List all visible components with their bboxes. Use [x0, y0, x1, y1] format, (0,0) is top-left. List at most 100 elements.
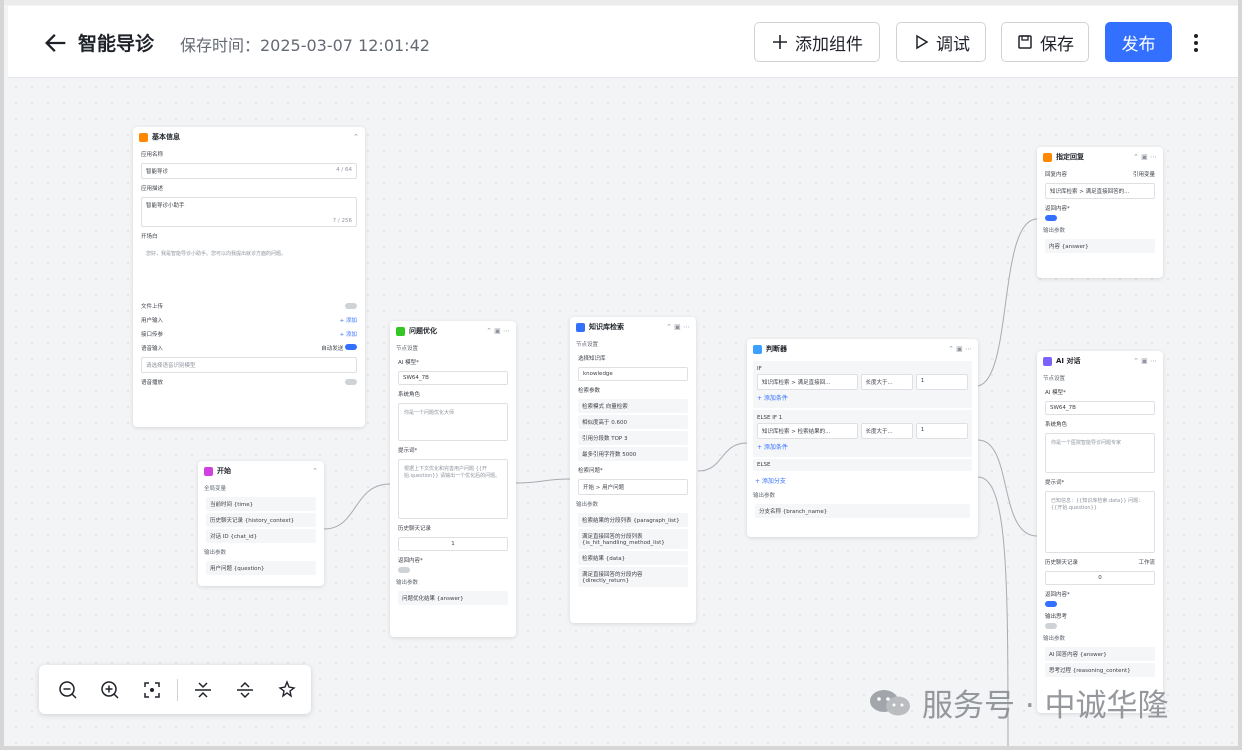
app-name-count: 4 / 64 — [336, 167, 352, 173]
param-value: 0.600 — [611, 420, 628, 426]
auto-layout-icon[interactable] — [266, 669, 308, 711]
node-title: 判断器 — [766, 345, 787, 353]
think-label: 输出思考 — [1045, 614, 1068, 620]
file-upload-toggle[interactable] — [345, 303, 357, 309]
zoom-out-icon[interactable] — [47, 669, 89, 711]
condition-icon — [753, 344, 762, 354]
publish-label: 发布 — [1121, 34, 1156, 55]
node-condition[interactable]: 判断器 ⌃ ▣ ⋯ IF 知识库检索 > 满足直接回... 长度大于... 1 … — [747, 339, 978, 537]
node-tools-icon[interactable]: ⌃ ▣ ⋯ — [486, 327, 510, 335]
output-item: 满足直接回答的分段内容 {directly_return} — [578, 567, 688, 587]
add-condition-link[interactable]: + 添加条件 — [757, 439, 968, 454]
question-select[interactable]: 开始 > 用户问题 — [578, 479, 688, 495]
node-tools-icon[interactable]: ⌃ ▣ ⋯ — [1133, 357, 1157, 365]
content-select[interactable]: 知识库检索 > 满足直接回答的... — [1045, 183, 1155, 199]
node-tools-icon[interactable]: ⌃ ▣ ⋯ — [1133, 153, 1157, 161]
wechat-logo-icon — [870, 689, 910, 715]
history-row: 历史聊天记录 工作流 — [1037, 555, 1163, 569]
save-button[interactable]: 保存 — [1001, 22, 1089, 62]
return-toggle[interactable] — [398, 567, 410, 573]
node-tools-icon[interactable]: ⌃ ▣ ⋯ — [666, 323, 690, 331]
opening-text[interactable]: 您好，我是智能导诊小助手。您可以向我提出就诊方面的问题。 — [141, 245, 357, 297]
save-label: 保存 — [1040, 34, 1074, 55]
interface-param-label: 接口传参 — [141, 332, 164, 338]
collapse-icon[interactable]: ⌃ — [312, 467, 318, 475]
expand-all-icon[interactable] — [224, 669, 266, 711]
role-input[interactable]: 你是一个医院智能导诊问题专家 — [1045, 433, 1155, 473]
watermark: 服务号 · 中诚华隆 — [866, 680, 1169, 725]
voice-model-select[interactable]: 请选择语音识别模型 — [141, 357, 357, 373]
var-item: 历史聊天记录 {history_context} — [206, 513, 316, 527]
model-label: AI 模型* — [398, 360, 419, 366]
param-key: 引用分段数 TOP — [582, 436, 623, 442]
settings-label: 节点设置 — [576, 342, 599, 348]
output-label: 输出参数 — [1043, 636, 1066, 642]
var-item: 对话 ID {chat_id} — [206, 529, 316, 543]
save-time: 保存时间：2025-03-07 12:01:42 — [180, 36, 430, 55]
floppy-icon — [1018, 35, 1032, 49]
content-label: 回复内容 — [1045, 172, 1068, 178]
role-input[interactable]: 你是一个问题优化大师 — [398, 403, 508, 441]
condition-field[interactable]: 知识库检索 > 满足直接回... — [757, 374, 858, 390]
ref-select[interactable]: 引用变量 — [1133, 170, 1155, 178]
condition-value[interactable]: 1 — [915, 423, 968, 439]
elseif-branch: ELSE IF 1 知识库检索 > 检索结果的... 长度大于... 1 + 添… — [753, 410, 972, 457]
add-component-button[interactable]: 添加组件 — [754, 22, 880, 62]
workflow-canvas[interactable]: 基本信息 ⌃ 应用名称 智能导诊 4 / 64 应用描述 智能导诊小助手 7 / 2… — [8, 79, 1238, 746]
collapse-all-icon[interactable] — [182, 669, 224, 711]
output-item: 思考过程 {reasoning_content} — [1045, 663, 1155, 677]
debug-label: 调试 — [936, 34, 970, 55]
start-icon — [204, 466, 213, 476]
model-select[interactable]: SW64_7B — [1045, 401, 1155, 415]
node-tools-icon[interactable]: ⌃ ▣ ⋯ — [948, 345, 972, 353]
collapse-icon[interactable]: ⌃ — [353, 133, 359, 141]
node-fixed-reply[interactable]: 指定回复 ⌃ ▣ ⋯ 回复内容 引用变量 知识库检索 > 满足直接回答的... 返… — [1037, 147, 1163, 278]
model-select[interactable]: SW64_7B — [398, 371, 508, 385]
desc-count: 7 / 256 — [332, 218, 352, 224]
kb-tag[interactable]: knowledge — [578, 367, 688, 381]
node-header: AI 对话 ⌃ ▣ ⋯ — [1037, 351, 1163, 371]
user-input-add[interactable]: + 添加 — [340, 316, 357, 324]
return-toggle[interactable] — [1045, 601, 1057, 607]
fit-view-icon[interactable] — [131, 669, 173, 711]
prompt-input[interactable]: 已知信息：{{知识库检索.data}} 问题：{{开始.question}} — [1045, 491, 1155, 553]
toolbar-divider — [177, 678, 178, 701]
condition-field[interactable]: 知识库检索 > 检索结果的... — [757, 423, 858, 439]
condition-value[interactable]: 1 — [915, 374, 968, 390]
output-item: 分支名称 {branch_name} — [755, 504, 970, 518]
add-condition-link[interactable]: + 添加条件 — [757, 390, 968, 405]
add-branch-link[interactable]: + 添加分支 — [747, 473, 978, 488]
param-row: 引用分段数 TOP 3 — [578, 431, 688, 445]
interface-param-add[interactable]: + 添加 — [340, 330, 357, 338]
voice-play-toggle[interactable] — [345, 379, 357, 385]
voice-input-toggle[interactable] — [345, 344, 357, 350]
more-icon[interactable] — [1190, 31, 1202, 55]
desc-input[interactable]: 智能导诊小助手 7 / 256 — [141, 197, 357, 227]
node-knowledge-search[interactable]: 知识库检索 ⌃ ▣ ⋯ 节点设置 选择知识库 knowledge 检索参数 检索… — [570, 317, 696, 623]
app-title: 智能导诊 — [78, 33, 155, 55]
zoom-in-icon[interactable] — [89, 669, 131, 711]
prompt-input[interactable]: 根据上下文优化和完善用户问题 {{开始.question}} 请输出一个优化后的… — [398, 459, 508, 519]
node-title: 问题优化 — [409, 327, 437, 335]
top-divider — [4, 0, 1238, 5]
history-stepper[interactable]: 1 — [398, 537, 508, 551]
back-arrow-icon[interactable] — [42, 29, 70, 57]
var-item: 当前时间 {time} — [206, 497, 316, 511]
app-name-input[interactable]: 智能导诊 4 / 64 — [141, 163, 357, 179]
node-ai-chat[interactable]: AI 对话 ⌃ ▣ ⋯ 节点设置 AI 模型* SW64_7B 系统角色 你是一… — [1037, 351, 1163, 713]
node-start[interactable]: 开始 ⌃ 全局变量 当前时间 {time} 历史聊天记录 {history_co… — [198, 461, 324, 586]
history-mode-select[interactable]: 工作流 — [1138, 558, 1155, 566]
condition-operator[interactable]: 长度大于... — [860, 423, 913, 439]
debug-button[interactable]: 调试 — [896, 22, 986, 62]
history-stepper[interactable]: 0 — [1045, 571, 1155, 585]
condition-operator[interactable]: 长度大于... — [860, 374, 913, 390]
desc-value: 智能导诊小助手 — [146, 203, 185, 209]
return-toggle[interactable] — [1045, 215, 1057, 221]
node-basic-info[interactable]: 基本信息 ⌃ 应用名称 智能导诊 4 / 64 应用描述 智能导诊小助手 7 / 2… — [133, 127, 365, 427]
node-title: 知识库检索 — [589, 323, 624, 331]
publish-button[interactable]: 发布 — [1105, 22, 1172, 62]
think-toggle[interactable] — [1045, 623, 1057, 629]
else-branch: ELSE — [753, 459, 972, 471]
node-question-optimize[interactable]: 问题优化 ⌃ ▣ ⋯ 节点设置 AI 模型* SW64_7B 系统角色 你是一个… — [390, 321, 516, 637]
output-item: 检索结果 {data} — [578, 551, 688, 565]
